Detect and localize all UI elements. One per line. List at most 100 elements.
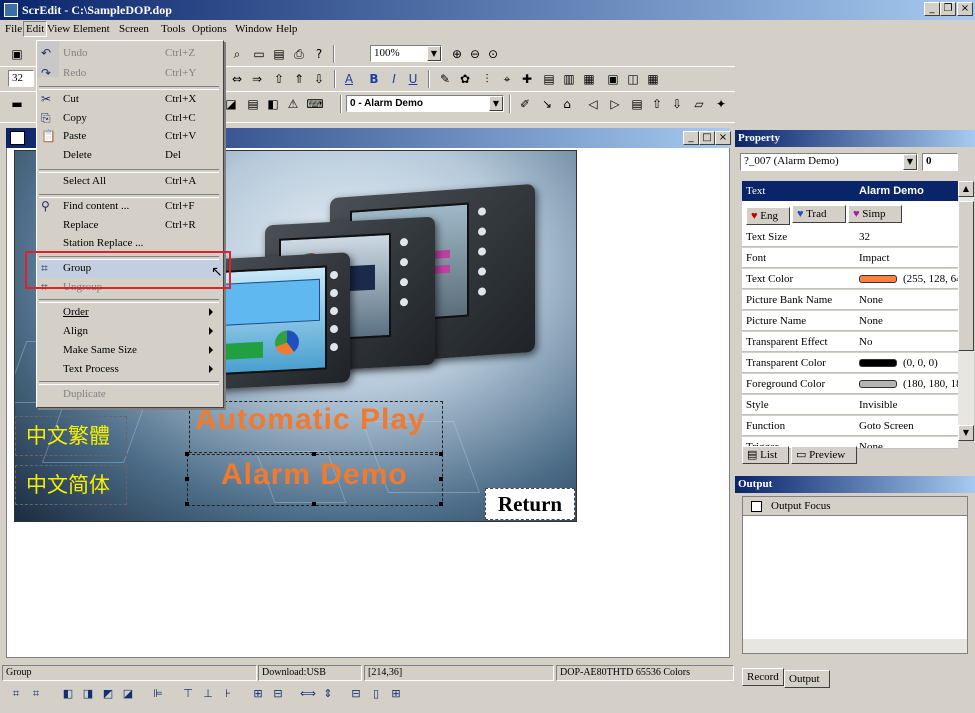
tab-list[interactable]: ▤ List [742, 446, 789, 464]
align-bottom-tool-icon[interactable]: ⊦ [220, 686, 236, 702]
pen-icon[interactable]: ✎ [436, 70, 454, 88]
simp-chinese-button[interactable]: 中文简体 [15, 465, 127, 505]
forward-icon[interactable]: ◨ [80, 686, 96, 702]
menu-item-duplicate[interactable]: Duplicate [37, 386, 223, 404]
property-row[interactable]: Transparent Effect No [742, 332, 958, 352]
menu-item-align[interactable]: Align [37, 323, 223, 341]
property-row[interactable]: Text Size 32 [742, 227, 958, 247]
download-icon[interactable]: ⇩ [668, 95, 686, 113]
new-icon[interactable]: ▣ [8, 45, 26, 63]
tab-eng[interactable]: ♥ Eng [746, 207, 790, 225]
upload-icon[interactable]: ⇧ [648, 95, 666, 113]
return-button[interactable]: Return [485, 488, 575, 520]
alarm-icon[interactable]: ⚠ [284, 95, 302, 113]
scroll-down-icon[interactable]: ▼ [958, 425, 974, 441]
front-icon[interactable]: ◧ [60, 686, 76, 702]
underline-icon[interactable]: U [404, 70, 422, 88]
bold-icon[interactable]: B [365, 70, 383, 88]
screen-select[interactable]: 0 - Alarm Demo ▼ [346, 95, 504, 112]
align-left-tool-icon[interactable]: ⊫ [150, 686, 166, 702]
tab-simp[interactable]: ♥ Simp [848, 205, 902, 223]
keypad-icon[interactable]: ⌨ [306, 95, 324, 113]
property-row[interactable]: Function Goto Screen [742, 416, 958, 436]
print-icon[interactable]: ⎙ [290, 45, 308, 63]
menu-item-find-content[interactable]: ⚲ Find content ... Ctrl+F [37, 198, 223, 216]
tab-output[interactable]: Output [784, 670, 830, 688]
property-row[interactable]: Font Impact [742, 248, 958, 268]
move-right-icon[interactable]: ⇒ [248, 70, 266, 88]
compile-icon[interactable]: ▤ [628, 95, 646, 113]
property-row[interactable]: Picture Name None [742, 311, 958, 331]
property-row-text[interactable]: Text Alarm Demo [742, 181, 958, 201]
menu-item-copy[interactable]: ⎘ Copy Ctrl+C [37, 110, 223, 128]
menu-screen[interactable]: Screen [119, 23, 149, 35]
menu-item-undo[interactable]: ↶ Undo Ctrl+Z [37, 45, 223, 63]
bring-front-icon[interactable]: ⇧ [270, 70, 288, 88]
property-row[interactable]: Transparent Color (0, 0, 0) [742, 353, 958, 373]
same-height-tool-icon[interactable]: ▯ [368, 686, 384, 702]
minimize-button[interactable]: _ [924, 2, 940, 16]
back-icon[interactable]: ◪ [120, 686, 136, 702]
property-row[interactable]: Text Color (255, 128, 64 [742, 269, 962, 289]
menu-element[interactable]: Element [73, 23, 110, 35]
doc-minimize-button[interactable]: _ [683, 131, 699, 145]
edit-tool-3-icon[interactable]: ⌂ [558, 95, 576, 113]
simulate-icon[interactable]: ▱ [690, 95, 708, 113]
scroll-up-icon[interactable]: ▲ [958, 181, 974, 197]
same-size-tool-icon[interactable]: ⊞ [388, 686, 404, 702]
menu-item-cut[interactable]: ✂ Cut Ctrl+X [37, 91, 223, 109]
property-row[interactable]: Foreground Color (180, 180, 18 [742, 374, 962, 394]
window-icon[interactable]: ▤ [270, 45, 288, 63]
element-icon[interactable]: ▬ [8, 95, 26, 113]
font-color-icon[interactable]: A [340, 70, 358, 88]
same-height-icon[interactable]: ▥ [560, 70, 578, 88]
paint-icon[interactable]: ✿ [456, 70, 474, 88]
menu-options[interactable]: Options [192, 23, 227, 35]
property-row[interactable]: Picture Bank Name None [742, 290, 958, 310]
ungroup-tool-icon[interactable]: ⌗ [28, 686, 44, 702]
output-panel[interactable]: Output Focus [742, 496, 968, 654]
align-center-icon[interactable]: ⌖ [498, 70, 516, 88]
align-middle-tool-icon[interactable]: ⊥ [200, 686, 216, 702]
edit-tool-1-icon[interactable]: ✐ [516, 95, 534, 113]
swap-icon[interactable]: ⇔ [228, 70, 246, 88]
doc-maximize-button[interactable]: □ [699, 131, 715, 145]
output-hscroll[interactable] [743, 639, 967, 653]
zoom-fit-icon[interactable]: ⊙ [484, 45, 502, 63]
zoom-in-icon[interactable]: ⊕ [448, 45, 466, 63]
layout-2-icon[interactable]: ◫ [624, 70, 642, 88]
restore-button[interactable]: ❐ [940, 2, 956, 16]
menu-edit[interactable]: Edit [23, 21, 48, 37]
close-button[interactable]: × [957, 2, 973, 16]
menu-file[interactable]: File [5, 23, 22, 35]
same-width-tool-icon[interactable]: ⊟ [348, 686, 364, 702]
menu-item-make-same-size[interactable]: Make Same Size [37, 342, 223, 360]
menu-item-select-all[interactable]: Select All Ctrl+A [37, 173, 223, 191]
stack-icon[interactable]: ⇑ [290, 70, 308, 88]
center-v-icon[interactable]: ⊟ [270, 686, 286, 702]
menu-item-delete[interactable]: Delete Del [37, 147, 223, 165]
font-size-field[interactable]: 32 [8, 70, 34, 87]
align-right-icon[interactable]: ✚ [518, 70, 536, 88]
tab-record[interactable]: Record [742, 668, 784, 686]
meter-icon[interactable]: ▤ [244, 95, 262, 113]
layout-3-icon[interactable]: ▦ [644, 70, 662, 88]
menu-item-text-process[interactable]: Text Process [37, 361, 223, 379]
chart-icon[interactable]: ◪ [222, 95, 240, 113]
same-size-icon[interactable]: ▦ [580, 70, 598, 88]
align-top-tool-icon[interactable]: ⊤ [180, 686, 196, 702]
prev-screen-icon[interactable]: ◁ [584, 95, 602, 113]
object-select[interactable]: ?_007 (Alarm Demo) ▼ [740, 153, 918, 171]
trad-chinese-button[interactable]: 中文繁體 [15, 416, 127, 456]
menu-item-redo[interactable]: ↷ Redo Ctrl+Y [37, 65, 223, 83]
align-left-icon[interactable]: ⫶ [478, 70, 496, 88]
center-h-icon[interactable]: ⊞ [250, 686, 266, 702]
find-icon[interactable]: ⌕ [228, 45, 246, 63]
run-icon[interactable]: ✦ [712, 95, 730, 113]
menu-item-replace[interactable]: Replace Ctrl+R [37, 217, 223, 235]
index-field[interactable]: 0 [922, 153, 958, 171]
zoom-out-icon[interactable]: ⊖ [466, 45, 484, 63]
space-v-icon[interactable]: ⇕ [320, 686, 336, 702]
automatic-play-text[interactable]: Automatic Play [195, 403, 426, 437]
menu-item-paste[interactable]: 📋 Paste Ctrl+V [37, 128, 223, 146]
